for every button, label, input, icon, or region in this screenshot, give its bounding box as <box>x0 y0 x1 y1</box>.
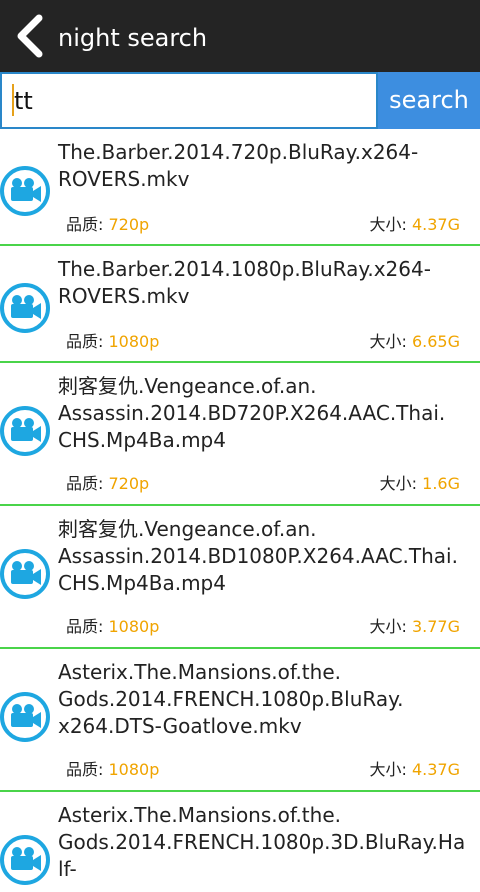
size-value: 4.37G <box>411 215 460 234</box>
quality-label: 品质: <box>66 215 104 234</box>
quality-value: 1080p <box>108 617 160 636</box>
size-field: 大小: 1.6G <box>380 470 460 494</box>
file-name: 刺客复仇.Vengeance.of.an. Assassin.2014.BD72… <box>58 374 446 452</box>
quality-field: 品质: 720p <box>66 211 149 235</box>
quality-value: 720p <box>108 474 150 493</box>
quality-value: 1080p <box>108 760 160 779</box>
back-button[interactable] <box>10 10 50 62</box>
size-label: 大小: <box>369 617 407 636</box>
file-meta: 品质: 1080p 大小: 4.37G <box>0 756 480 780</box>
file-meta: 品质: 1080p 大小: 6.65G <box>0 328 480 352</box>
quality-field: 品质: 1080p <box>66 328 159 352</box>
file-name: 刺客复仇.Vengeance.of.an. Assassin.2014.BD10… <box>58 517 458 595</box>
file-name: Asterix.The.Mansions.of.the. Gods.2014.F… <box>58 803 466 881</box>
list-item[interactable]: 刺客复仇.Vengeance.of.an. Assassin.2014.BD72… <box>0 363 480 506</box>
file-meta: 品质: 720p 大小: 1.6G <box>0 470 480 494</box>
size-field: 大小: 6.65G <box>369 328 460 352</box>
quality-field: 品质: 1080p <box>66 613 159 637</box>
size-label: 大小: <box>369 760 407 779</box>
list-item[interactable]: The.Barber.2014.720p.BluRay.x264- ROVERS… <box>0 129 480 246</box>
list-item[interactable]: 刺客复仇.Vengeance.of.an. Assassin.2014.BD10… <box>0 506 480 649</box>
quality-value: 1080p <box>108 332 160 351</box>
size-value: 3.77G <box>411 617 460 636</box>
file-name: Asterix.The.Mansions.of.the. Gods.2014.F… <box>58 660 404 738</box>
size-value: 6.65G <box>411 332 460 351</box>
search-input[interactable]: tt <box>0 72 378 129</box>
size-label: 大小: <box>369 332 407 351</box>
size-field: 大小: 3.77G <box>369 613 460 637</box>
size-value: 4.37G <box>411 760 460 779</box>
list-item[interactable]: Asterix.The.Mansions.of.the. Gods.2014.F… <box>0 649 480 792</box>
search-bar: tt search <box>0 72 480 129</box>
quality-label: 品质: <box>66 617 104 636</box>
quality-value: 720p <box>108 215 150 234</box>
list-item[interactable]: The.Barber.2014.1080p.BluRay.x264- ROVER… <box>0 246 480 363</box>
chevron-left-icon <box>17 14 43 58</box>
size-field: 大小: 4.37G <box>369 756 460 780</box>
quality-field: 品质: 720p <box>66 470 149 494</box>
video-camera-icon <box>0 549 50 599</box>
quality-label: 品质: <box>66 332 104 351</box>
search-button[interactable]: search <box>378 72 480 129</box>
quality-field: 品质: 1080p <box>66 756 159 780</box>
file-meta: 品质: 1080p 大小: 3.77G <box>0 613 480 637</box>
quality-label: 品质: <box>66 474 104 493</box>
title-bar: night search <box>0 0 480 72</box>
size-field: 大小: 4.37G <box>369 211 460 235</box>
list-item[interactable]: Asterix.The.Mansions.of.the. Gods.2014.F… <box>0 792 480 892</box>
page-title: night search <box>58 24 208 52</box>
size-label: 大小: <box>379 474 418 493</box>
file-name: The.Barber.2014.720p.BluRay.x264- ROVERS… <box>58 140 419 191</box>
size-label: 大小: <box>369 215 407 234</box>
video-camera-icon <box>0 692 50 742</box>
size-value: 1.6G <box>422 474 460 493</box>
text-cursor <box>12 84 14 116</box>
video-camera-icon <box>0 835 50 885</box>
video-camera-icon <box>0 406 50 456</box>
file-meta: 品质: 720p 大小: 4.37G <box>0 211 480 235</box>
quality-label: 品质: <box>66 760 104 779</box>
results-list: The.Barber.2014.720p.BluRay.x264- ROVERS… <box>0 129 480 892</box>
file-name: The.Barber.2014.1080p.BluRay.x264- ROVER… <box>58 257 431 308</box>
